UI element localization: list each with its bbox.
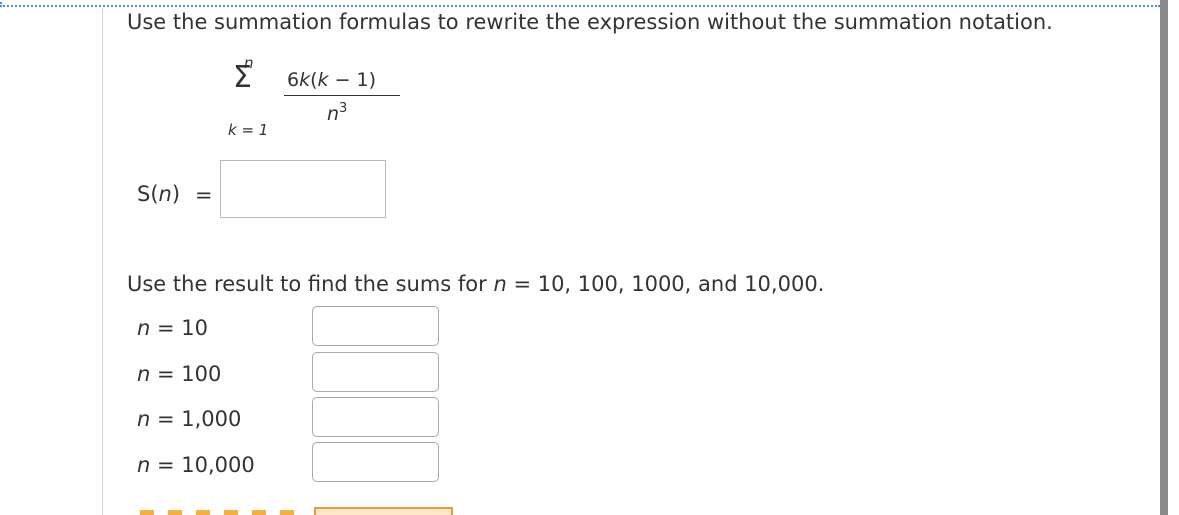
summation-lower-limit: k = 1	[228, 121, 268, 139]
answer-input-n-10[interactable]	[312, 306, 439, 346]
numerator-paren: (	[310, 69, 318, 91]
n-var: n	[137, 453, 151, 477]
sn-label: S(n)	[137, 182, 180, 206]
n-var: n	[137, 316, 151, 340]
numerator-rest: − 1)	[328, 69, 377, 91]
fraction-bar	[284, 95, 400, 96]
numerator-inner-var: k	[317, 69, 329, 91]
n-var: n	[137, 362, 151, 386]
sn-var: n	[158, 182, 172, 206]
result-prompt-after: = 10, 100, 1000, and 10,000.	[506, 272, 825, 296]
top-dotted-border	[0, 5, 1160, 7]
denominator-var: n	[327, 103, 340, 125]
corner-mark	[0, 2, 7, 7]
answer-input-n-1000[interactable]	[312, 397, 439, 437]
numerator-coef: 6	[287, 69, 300, 91]
fraction-numerator: 6k(k − 1)	[287, 69, 376, 91]
page: Use the summation formulas to rewrite th…	[0, 0, 1179, 515]
fraction-denominator: n3	[327, 101, 347, 125]
n-value-label: = 100	[150, 362, 222, 386]
lower-limit-text: k = 1	[228, 121, 269, 139]
answer-input-n-100[interactable]	[312, 352, 439, 392]
n-value-label: = 1,000	[150, 407, 242, 431]
n-label-100: n = 100	[137, 362, 221, 386]
sigma-symbol: Σ	[233, 60, 252, 95]
n-label-10000: n = 10,000	[137, 453, 255, 477]
numerator-var: k	[299, 69, 311, 91]
n-value-label: = 10,000	[150, 453, 255, 477]
question-prompt: Use the summation formulas to rewrite th…	[127, 10, 1053, 34]
result-prompt: Use the result to find the sums for n = …	[127, 272, 824, 296]
scrollbar[interactable]	[1160, 0, 1168, 515]
answer-input-n-10000[interactable]	[312, 442, 439, 482]
denominator-exponent: 3	[339, 101, 348, 116]
sn-answer-input[interactable]	[220, 160, 386, 218]
sn-suffix: )	[171, 182, 181, 206]
partial-need-help-link[interactable]	[140, 510, 300, 515]
partial-help-button[interactable]	[314, 507, 453, 515]
left-divider	[102, 8, 103, 515]
sn-prefix: S(	[137, 182, 159, 206]
equals-sign: =	[195, 183, 213, 207]
n-label-1000: n = 1,000	[137, 407, 241, 431]
result-prompt-var: n	[493, 272, 507, 296]
n-value-label: = 10	[150, 316, 208, 340]
n-label-10: n = 10	[137, 316, 208, 340]
result-prompt-before: Use the result to find the sums for	[127, 272, 494, 296]
n-var: n	[137, 407, 151, 431]
